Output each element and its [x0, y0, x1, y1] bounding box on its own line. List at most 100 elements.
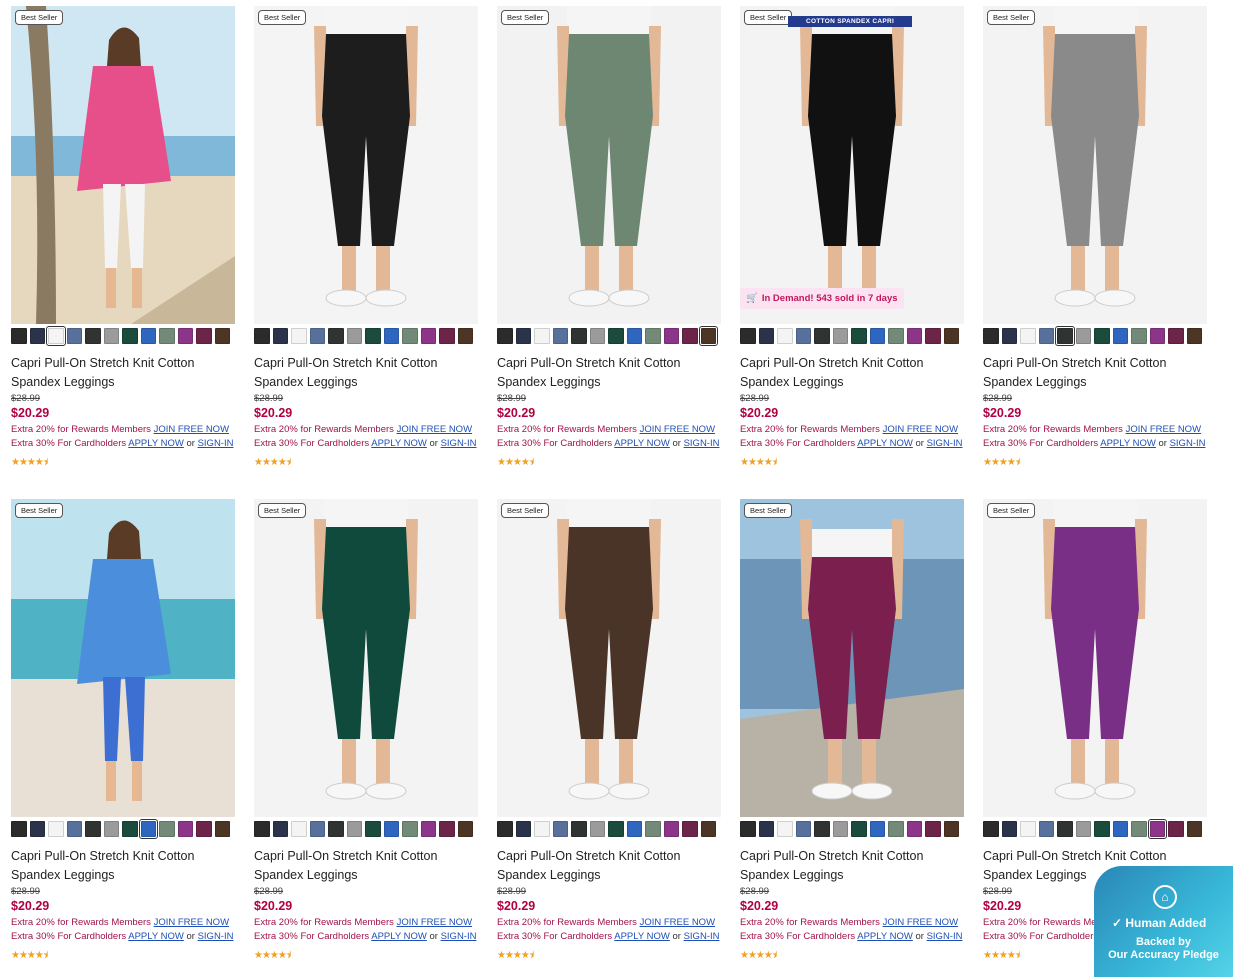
product-image-wrap[interactable]: Best Seller — [740, 499, 964, 817]
rating-stars[interactable]: ★★★★⯨ — [254, 455, 478, 472]
color-swatch[interactable] — [439, 328, 455, 344]
product-image[interactable] — [497, 6, 721, 324]
apply-now-link[interactable]: APPLY NOW — [128, 931, 184, 942]
color-swatch[interactable] — [402, 821, 418, 837]
product-title-line1[interactable]: Capri Pull-On Stretch Knit Cotton — [497, 847, 721, 866]
apply-now-link[interactable]: APPLY NOW — [371, 438, 427, 449]
color-swatch[interactable] — [1149, 328, 1165, 344]
color-swatch[interactable] — [814, 328, 830, 344]
product-image-wrap[interactable]: Best Seller — [11, 499, 235, 817]
product-title-line2[interactable]: Spandex Leggings — [11, 866, 235, 885]
color-swatch[interactable] — [328, 328, 344, 344]
color-swatch[interactable] — [214, 821, 230, 837]
color-swatch[interactable] — [177, 328, 193, 344]
sign-in-link[interactable]: SIGN-IN — [198, 438, 234, 449]
color-swatch[interactable] — [515, 328, 531, 344]
product-image[interactable] — [740, 6, 964, 324]
product-image[interactable] — [254, 499, 478, 817]
color-swatch[interactable] — [795, 328, 811, 344]
apply-now-link[interactable]: APPLY NOW — [614, 438, 670, 449]
product-title-line1[interactable]: Capri Pull-On Stretch Knit Cotton — [254, 354, 478, 373]
color-swatch[interactable] — [943, 328, 959, 344]
color-swatch[interactable] — [663, 328, 679, 344]
color-swatch[interactable] — [420, 328, 436, 344]
color-swatch[interactable] — [103, 328, 119, 344]
product-card[interactable]: Best Seller Capri Pull-On Stretch Knit C… — [983, 6, 1207, 499]
color-swatch[interactable] — [66, 328, 82, 344]
product-title-line2[interactable]: Spandex Leggings — [11, 373, 235, 392]
product-title-line1[interactable]: Capri Pull-On Stretch Knit Cotton — [740, 847, 964, 866]
color-swatch[interactable] — [254, 821, 270, 837]
color-swatch[interactable] — [888, 821, 904, 837]
rating-stars[interactable]: ★★★★⯨ — [497, 948, 721, 965]
product-title[interactable]: Capri Pull-On Stretch Knit Cotton Spande… — [11, 847, 235, 885]
join-free-link[interactable]: JOIN FREE NOW — [640, 424, 715, 435]
sign-in-link[interactable]: SIGN-IN — [684, 931, 720, 942]
color-swatch[interactable] — [328, 821, 344, 837]
sign-in-link[interactable]: SIGN-IN — [198, 931, 234, 942]
accuracy-pledge-widget[interactable]: ⌂ ✓ Human Added Backed by Our Accuracy P… — [1094, 866, 1233, 977]
color-swatch[interactable] — [700, 821, 716, 837]
color-swatch[interactable] — [983, 328, 999, 344]
color-swatch[interactable] — [534, 821, 550, 837]
apply-now-link[interactable]: APPLY NOW — [128, 438, 184, 449]
color-swatch[interactable] — [515, 821, 531, 837]
product-card[interactable]: Best Seller Capri Pull-On Stretch Knit C… — [497, 6, 721, 499]
color-swatch[interactable] — [122, 821, 138, 837]
color-swatch[interactable] — [254, 328, 270, 344]
color-swatch[interactable] — [1094, 821, 1110, 837]
color-swatch[interactable] — [1186, 821, 1202, 837]
color-swatch[interactable] — [272, 328, 288, 344]
join-free-link[interactable]: JOIN FREE NOW — [883, 917, 958, 928]
product-title-line1[interactable]: Capri Pull-On Stretch Knit Cotton — [983, 354, 1207, 373]
product-card[interactable]: Best Seller Capri Pull-On Stretch Knit C… — [11, 6, 235, 499]
color-swatch[interactable] — [589, 328, 605, 344]
join-free-link[interactable]: JOIN FREE NOW — [154, 424, 229, 435]
color-swatch[interactable] — [291, 821, 307, 837]
apply-now-link[interactable]: APPLY NOW — [857, 438, 913, 449]
color-swatch[interactable] — [439, 821, 455, 837]
product-title-line2[interactable]: Spandex Leggings — [497, 373, 721, 392]
color-swatch[interactable] — [1055, 326, 1075, 346]
color-swatch[interactable] — [177, 821, 193, 837]
color-swatch[interactable] — [85, 328, 101, 344]
sign-in-link[interactable]: SIGN-IN — [441, 438, 477, 449]
color-swatch[interactable] — [682, 328, 698, 344]
color-swatch[interactable] — [534, 328, 550, 344]
color-swatch[interactable] — [645, 328, 661, 344]
color-swatch[interactable] — [1131, 821, 1147, 837]
product-image-wrap[interactable]: Best Seller — [983, 499, 1207, 817]
color-swatch[interactable] — [383, 821, 399, 837]
color-swatch[interactable] — [420, 821, 436, 837]
product-title[interactable]: Capri Pull-On Stretch Knit Cotton Spande… — [740, 354, 964, 392]
color-swatch[interactable] — [1147, 819, 1167, 839]
rating-stars[interactable]: ★★★★⯨ — [983, 455, 1207, 472]
color-swatch[interactable] — [758, 328, 774, 344]
color-swatch[interactable] — [925, 328, 941, 344]
color-swatch[interactable] — [832, 821, 848, 837]
color-swatch[interactable] — [402, 328, 418, 344]
color-swatch[interactable] — [851, 821, 867, 837]
apply-now-link[interactable]: APPLY NOW — [857, 931, 913, 942]
join-free-link[interactable]: JOIN FREE NOW — [397, 424, 472, 435]
product-title-line1[interactable]: Capri Pull-On Stretch Knit Cotton — [983, 847, 1207, 866]
color-swatch[interactable] — [552, 328, 568, 344]
product-title[interactable]: Capri Pull-On Stretch Knit Cotton Spande… — [497, 847, 721, 885]
color-swatch[interactable] — [140, 328, 156, 344]
color-swatch[interactable] — [645, 821, 661, 837]
color-swatch[interactable] — [814, 821, 830, 837]
apply-now-link[interactable]: APPLY NOW — [371, 931, 427, 942]
color-swatch[interactable] — [869, 328, 885, 344]
product-card[interactable]: Best Seller COTTON SPANDEX CAPRI 🛒 In Dema… — [740, 6, 964, 499]
rating-stars[interactable]: ★★★★⯨ — [11, 455, 235, 472]
rating-stars[interactable]: ★★★★⯨ — [497, 455, 721, 472]
color-swatch[interactable] — [1112, 821, 1128, 837]
rating-stars[interactable]: ★★★★⯨ — [740, 455, 964, 472]
color-swatch[interactable] — [365, 821, 381, 837]
product-image[interactable] — [497, 499, 721, 817]
color-swatch[interactable] — [943, 821, 959, 837]
color-swatch[interactable] — [383, 328, 399, 344]
color-swatch[interactable] — [777, 328, 793, 344]
color-swatch[interactable] — [608, 821, 624, 837]
product-image[interactable] — [740, 499, 964, 817]
